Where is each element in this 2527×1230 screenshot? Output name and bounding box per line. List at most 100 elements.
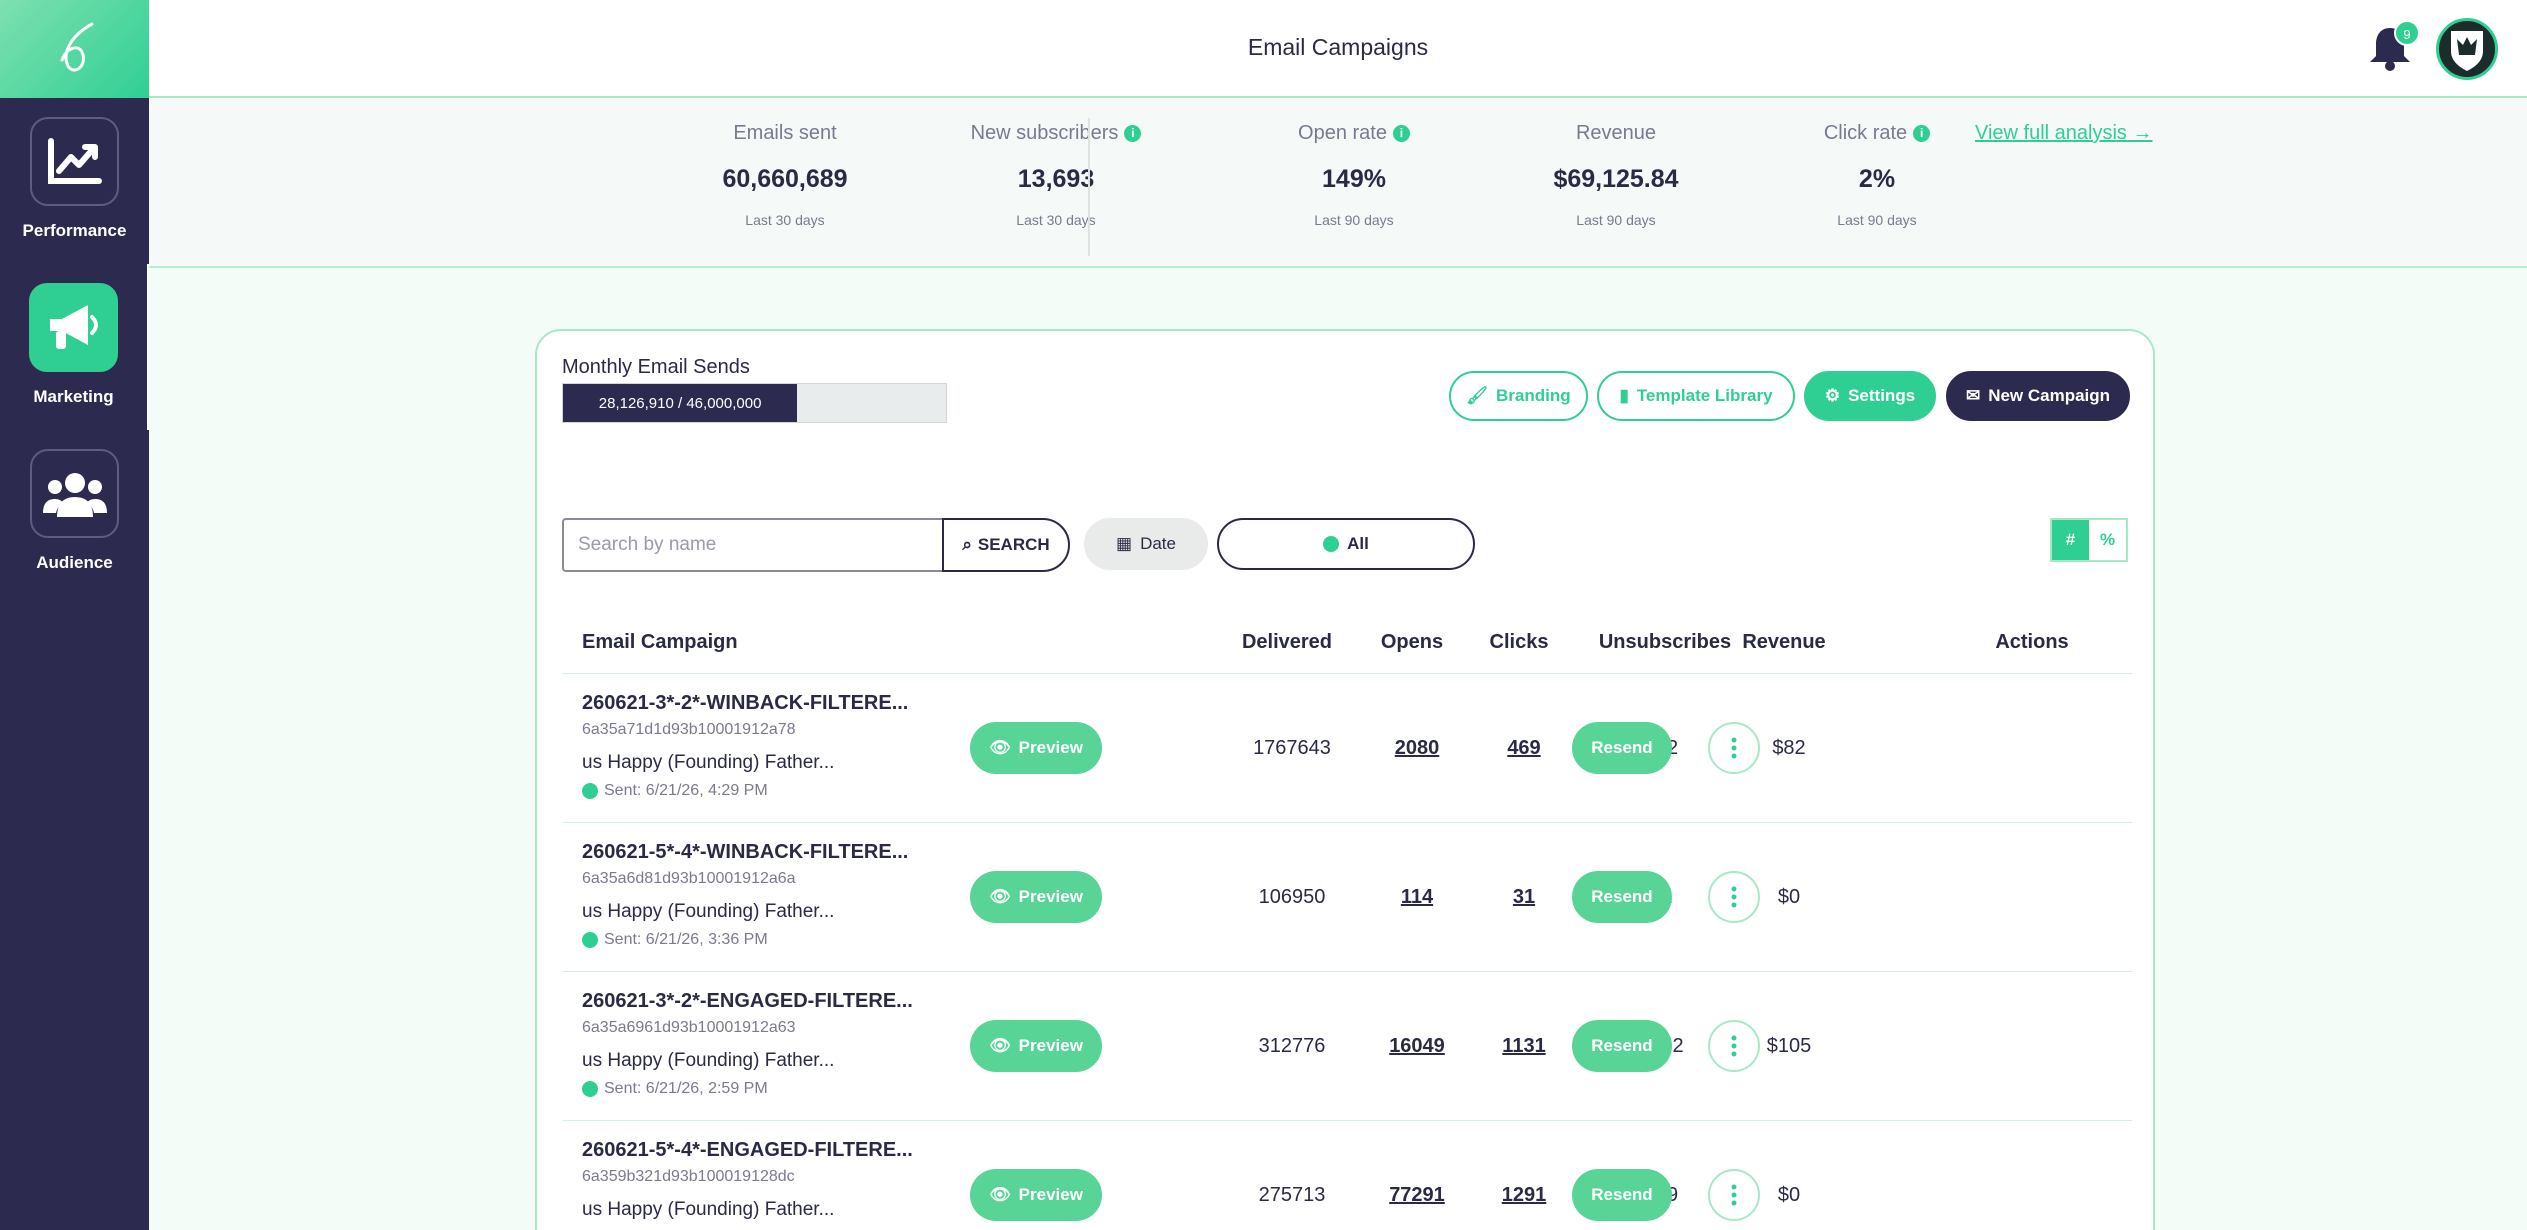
preview-button[interactable]: 👁 Preview bbox=[970, 871, 1102, 923]
divider bbox=[1088, 118, 1090, 256]
stat-value: $69,125.84 bbox=[1553, 165, 1679, 193]
campaign-subject: us Happy (Founding) Father... bbox=[582, 1050, 835, 1071]
campaign-name[interactable]: 260621-5*-4*-WINBACK-FILTERE... bbox=[582, 841, 908, 864]
stat-value: 2% bbox=[1858, 165, 1896, 193]
more-actions-button[interactable] bbox=[1708, 722, 1760, 774]
page-title: Email Campaigns bbox=[1247, 34, 1429, 60]
preview-button-label: Preview bbox=[1018, 1185, 1083, 1204]
eye-icon: 👁 bbox=[989, 1036, 1011, 1055]
table-row: 260621-5*-4*-WINBACK-FILTERE... 6a35a6d81… bbox=[562, 822, 2132, 971]
preview-button[interactable]: 👁 Preview bbox=[970, 1020, 1102, 1072]
top-header: Email Campaigns 9 bbox=[149, 0, 2527, 98]
resend-button[interactable]: Resend bbox=[1572, 871, 1672, 923]
resend-button[interactable]: Resend bbox=[1572, 1020, 1672, 1072]
sidebar-item-marketing[interactable]: Marketing bbox=[0, 264, 149, 430]
eye-icon: 👁 bbox=[989, 1185, 1011, 1204]
calendar-icon: ▦ bbox=[1116, 534, 1133, 553]
campaign-name[interactable]: 260621-3*-2*-WINBACK-FILTERE... bbox=[582, 692, 908, 715]
sidebar-item-performance[interactable]: Performance bbox=[0, 98, 149, 264]
stat-click-rate: Click rate i 2% Last 90 days bbox=[1757, 122, 1997, 228]
campaign-id: 6a35a6d81d93b10001912a6a bbox=[582, 870, 796, 887]
stat-label: Revenue bbox=[1575, 122, 1657, 144]
stat-label: New subscribers bbox=[970, 122, 1119, 144]
preview-button[interactable]: 👁 Preview bbox=[970, 1169, 1102, 1221]
stat-label: Emails sent bbox=[733, 122, 837, 144]
eye-icon: 👁 bbox=[989, 738, 1011, 757]
preview-button-label: Preview bbox=[1018, 887, 1083, 906]
campaigns-panel: Monthly Email Sends 28,126,910 / 46,000,… bbox=[535, 329, 2155, 1230]
crest-icon bbox=[2451, 31, 2483, 71]
campaign-subject: us Happy (Founding) Father... bbox=[582, 752, 835, 773]
template-library-button-label: Template Library bbox=[1636, 386, 1773, 405]
sidebar-item-label: Performance bbox=[22, 221, 127, 240]
sent-status-icon bbox=[582, 1081, 598, 1097]
notification-badge: 9 bbox=[2394, 20, 2420, 46]
date-filter-button[interactable]: ▦ Date bbox=[1084, 518, 1208, 570]
sent-time: Sent: 6/21/26, 4:29 PM bbox=[604, 782, 768, 799]
stat-period: Last 30 days bbox=[1016, 212, 1096, 228]
stats-bar: Emails sent 60,660,689 Last 30 days New … bbox=[149, 98, 2527, 268]
branding-button[interactable]: 🖌 Branding bbox=[1449, 371, 1588, 421]
template-library-button[interactable]: ▮ Template Library bbox=[1597, 371, 1795, 421]
new-campaign-button[interactable]: ✉ New Campaign bbox=[1946, 371, 2130, 421]
sent-status-icon bbox=[582, 932, 598, 948]
campaign-sent-status: Sent: 6/21/26, 2:59 PM bbox=[582, 1080, 768, 1098]
settings-button-label: Settings bbox=[1848, 386, 1916, 405]
book-icon: ▮ bbox=[1619, 386, 1629, 405]
stat-emails-sent: Emails sent 60,660,689 Last 30 days bbox=[665, 122, 905, 228]
more-actions-button[interactable] bbox=[1708, 1169, 1760, 1221]
sidebar-item-audience[interactable]: Audience bbox=[0, 430, 149, 596]
column-header-revenue: Revenue bbox=[1742, 631, 1826, 653]
more-actions-button[interactable] bbox=[1708, 871, 1760, 923]
info-icon[interactable]: i bbox=[1124, 125, 1142, 142]
date-filter-label: Date bbox=[1140, 534, 1176, 553]
status-filter-label: All bbox=[1347, 534, 1369, 553]
search-button-label: SEARCH bbox=[977, 535, 1050, 554]
envelope-icon: ✉ bbox=[1965, 386, 1981, 405]
sent-time: Sent: 6/21/26, 3:36 PM bbox=[604, 931, 768, 948]
gear-icon: ⚙ bbox=[1824, 386, 1841, 405]
campaign-id: 6a359b321d93b100019128dc bbox=[582, 1168, 795, 1185]
brand-logo[interactable] bbox=[0, 0, 149, 98]
eye-icon: 👁 bbox=[989, 887, 1011, 906]
view-full-analysis-link[interactable]: View full analysis → bbox=[1975, 122, 2153, 145]
avatar[interactable] bbox=[2436, 18, 2498, 80]
campaign-subject: us Happy (Founding) Father... bbox=[582, 901, 835, 922]
toggle-percent[interactable]: % bbox=[2089, 520, 2126, 560]
stat-revenue: Revenue $69,125.84 Last 90 days bbox=[1496, 122, 1736, 228]
monthly-sends-title: Monthly Email Sends bbox=[562, 356, 750, 378]
logo-icon bbox=[60, 22, 93, 72]
status-dot-icon bbox=[1323, 536, 1340, 552]
kebab-icon bbox=[1731, 886, 1737, 908]
column-header-campaign: Email Campaign bbox=[582, 631, 738, 653]
kebab-icon bbox=[1731, 737, 1737, 759]
new-campaign-button-label: New Campaign bbox=[1988, 386, 2111, 405]
status-filter-button[interactable]: All bbox=[1217, 518, 1475, 570]
table-row: 260621-5*-4*-ENGAGED-FILTERE... 6a359b321… bbox=[562, 1120, 2132, 1230]
table-row: 260621-3*-2*-ENGAGED-FILTERE... 6a35a6961… bbox=[562, 971, 2132, 1120]
users-icon bbox=[30, 449, 119, 538]
number-percent-toggle: # % bbox=[2050, 518, 2128, 562]
sidebar: Performance Marketing Audience bbox=[0, 0, 149, 1230]
info-icon[interactable]: i bbox=[1913, 125, 1931, 142]
stat-label: Click rate bbox=[1823, 122, 1908, 144]
info-icon[interactable]: i bbox=[1392, 125, 1410, 142]
campaign-name[interactable]: 260621-3*-2*-ENGAGED-FILTERE... bbox=[582, 990, 913, 1013]
more-actions-button[interactable] bbox=[1708, 1020, 1760, 1072]
toggle-number[interactable]: # bbox=[2052, 520, 2089, 560]
campaign-name[interactable]: 260621-5*-4*-ENGAGED-FILTERE... bbox=[582, 1139, 913, 1162]
resend-button[interactable]: Resend bbox=[1572, 1169, 1672, 1221]
stat-period: Last 30 days bbox=[745, 212, 825, 228]
kebab-icon bbox=[1731, 1184, 1737, 1206]
stat-open-rate: Open rate i 149% Last 90 days bbox=[1234, 122, 1474, 228]
settings-button[interactable]: ⚙ Settings bbox=[1804, 371, 1936, 421]
preview-button[interactable]: 👁 Preview bbox=[970, 722, 1102, 774]
resend-button[interactable]: Resend bbox=[1572, 722, 1672, 774]
preview-button-label: Preview bbox=[1018, 738, 1083, 757]
campaign-id: 6a35a71d1d93b10001912a78 bbox=[582, 721, 796, 738]
campaign-subject: us Happy (Founding) Father... bbox=[582, 1199, 835, 1220]
search-input[interactable] bbox=[562, 518, 942, 572]
search-button[interactable]: ⌕ SEARCH bbox=[942, 518, 1070, 572]
kebab-icon bbox=[1731, 1035, 1737, 1057]
sidebar-item-label: Marketing bbox=[33, 387, 114, 406]
